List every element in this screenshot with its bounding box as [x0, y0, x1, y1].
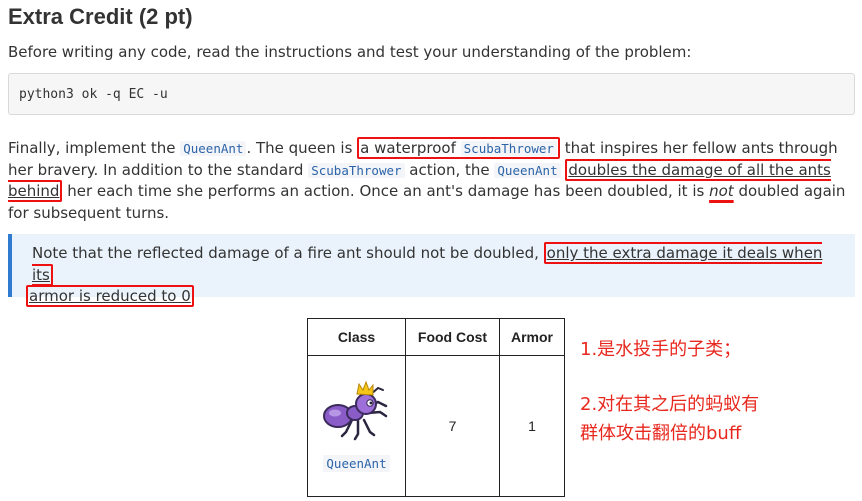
header-food-cost: Food Cost	[405, 318, 500, 356]
annotation-buff-line2: 群体攻击翻倍的buff	[580, 423, 742, 444]
queenant-code: QueenAnt	[494, 162, 561, 178]
food-cost-cell: 7	[405, 355, 500, 497]
table-header-row: Class Food Cost Armor	[307, 318, 565, 356]
highlight-box-waterproof: a waterproof ScubaThrower	[357, 137, 560, 159]
section-title: Extra Credit (2 pt)	[8, 4, 193, 29]
class-name: QueenAnt	[323, 455, 390, 472]
page: Extra Credit (2 pt) Before writing any c…	[0, 0, 862, 501]
intro-text: Before writing any code, read the instru…	[8, 43, 692, 61]
table-row: QueenAnt 7 1	[307, 355, 565, 497]
queen-ant-icon	[309, 380, 404, 447]
header-armor: Armor	[499, 318, 565, 356]
note-callout: Note that the reflected damage of a fire…	[8, 234, 855, 307]
class-cell: QueenAnt	[307, 355, 406, 497]
emphasis-not: not	[709, 182, 734, 200]
scubathrower-code: ScubaThrower	[460, 141, 557, 156]
ant-stats-table: Class Food Cost Armor QueenAnt 7 1	[307, 318, 565, 497]
armor-cell: 1	[499, 355, 565, 497]
highlight-box-armor: armor is reduced to 0	[26, 285, 194, 307]
description-paragraph: Finally, implement the QueenAnt. The que…	[8, 137, 858, 224]
para-text: . The queen is	[246, 139, 358, 157]
para-text: her each time she performs an action. On…	[62, 182, 710, 200]
annotation-subclass: 1.是水投手的子类；	[580, 339, 742, 360]
header-class: Class	[307, 318, 406, 356]
queenant-code: QueenAnt	[180, 141, 247, 156]
scubathrower-code: ScubaThrower	[308, 162, 405, 178]
para-text: action, the	[404, 160, 495, 179]
note-text: Note that the reflected damage of a fire…	[32, 244, 544, 262]
annotation-buff-line1: 2.对在其之后的蚂蚁有	[580, 394, 760, 415]
highlight-text: a waterproof	[360, 139, 461, 157]
para-text: Finally, implement the	[8, 139, 181, 157]
command-codeblock: python3 ok -q EC -u	[8, 73, 855, 115]
